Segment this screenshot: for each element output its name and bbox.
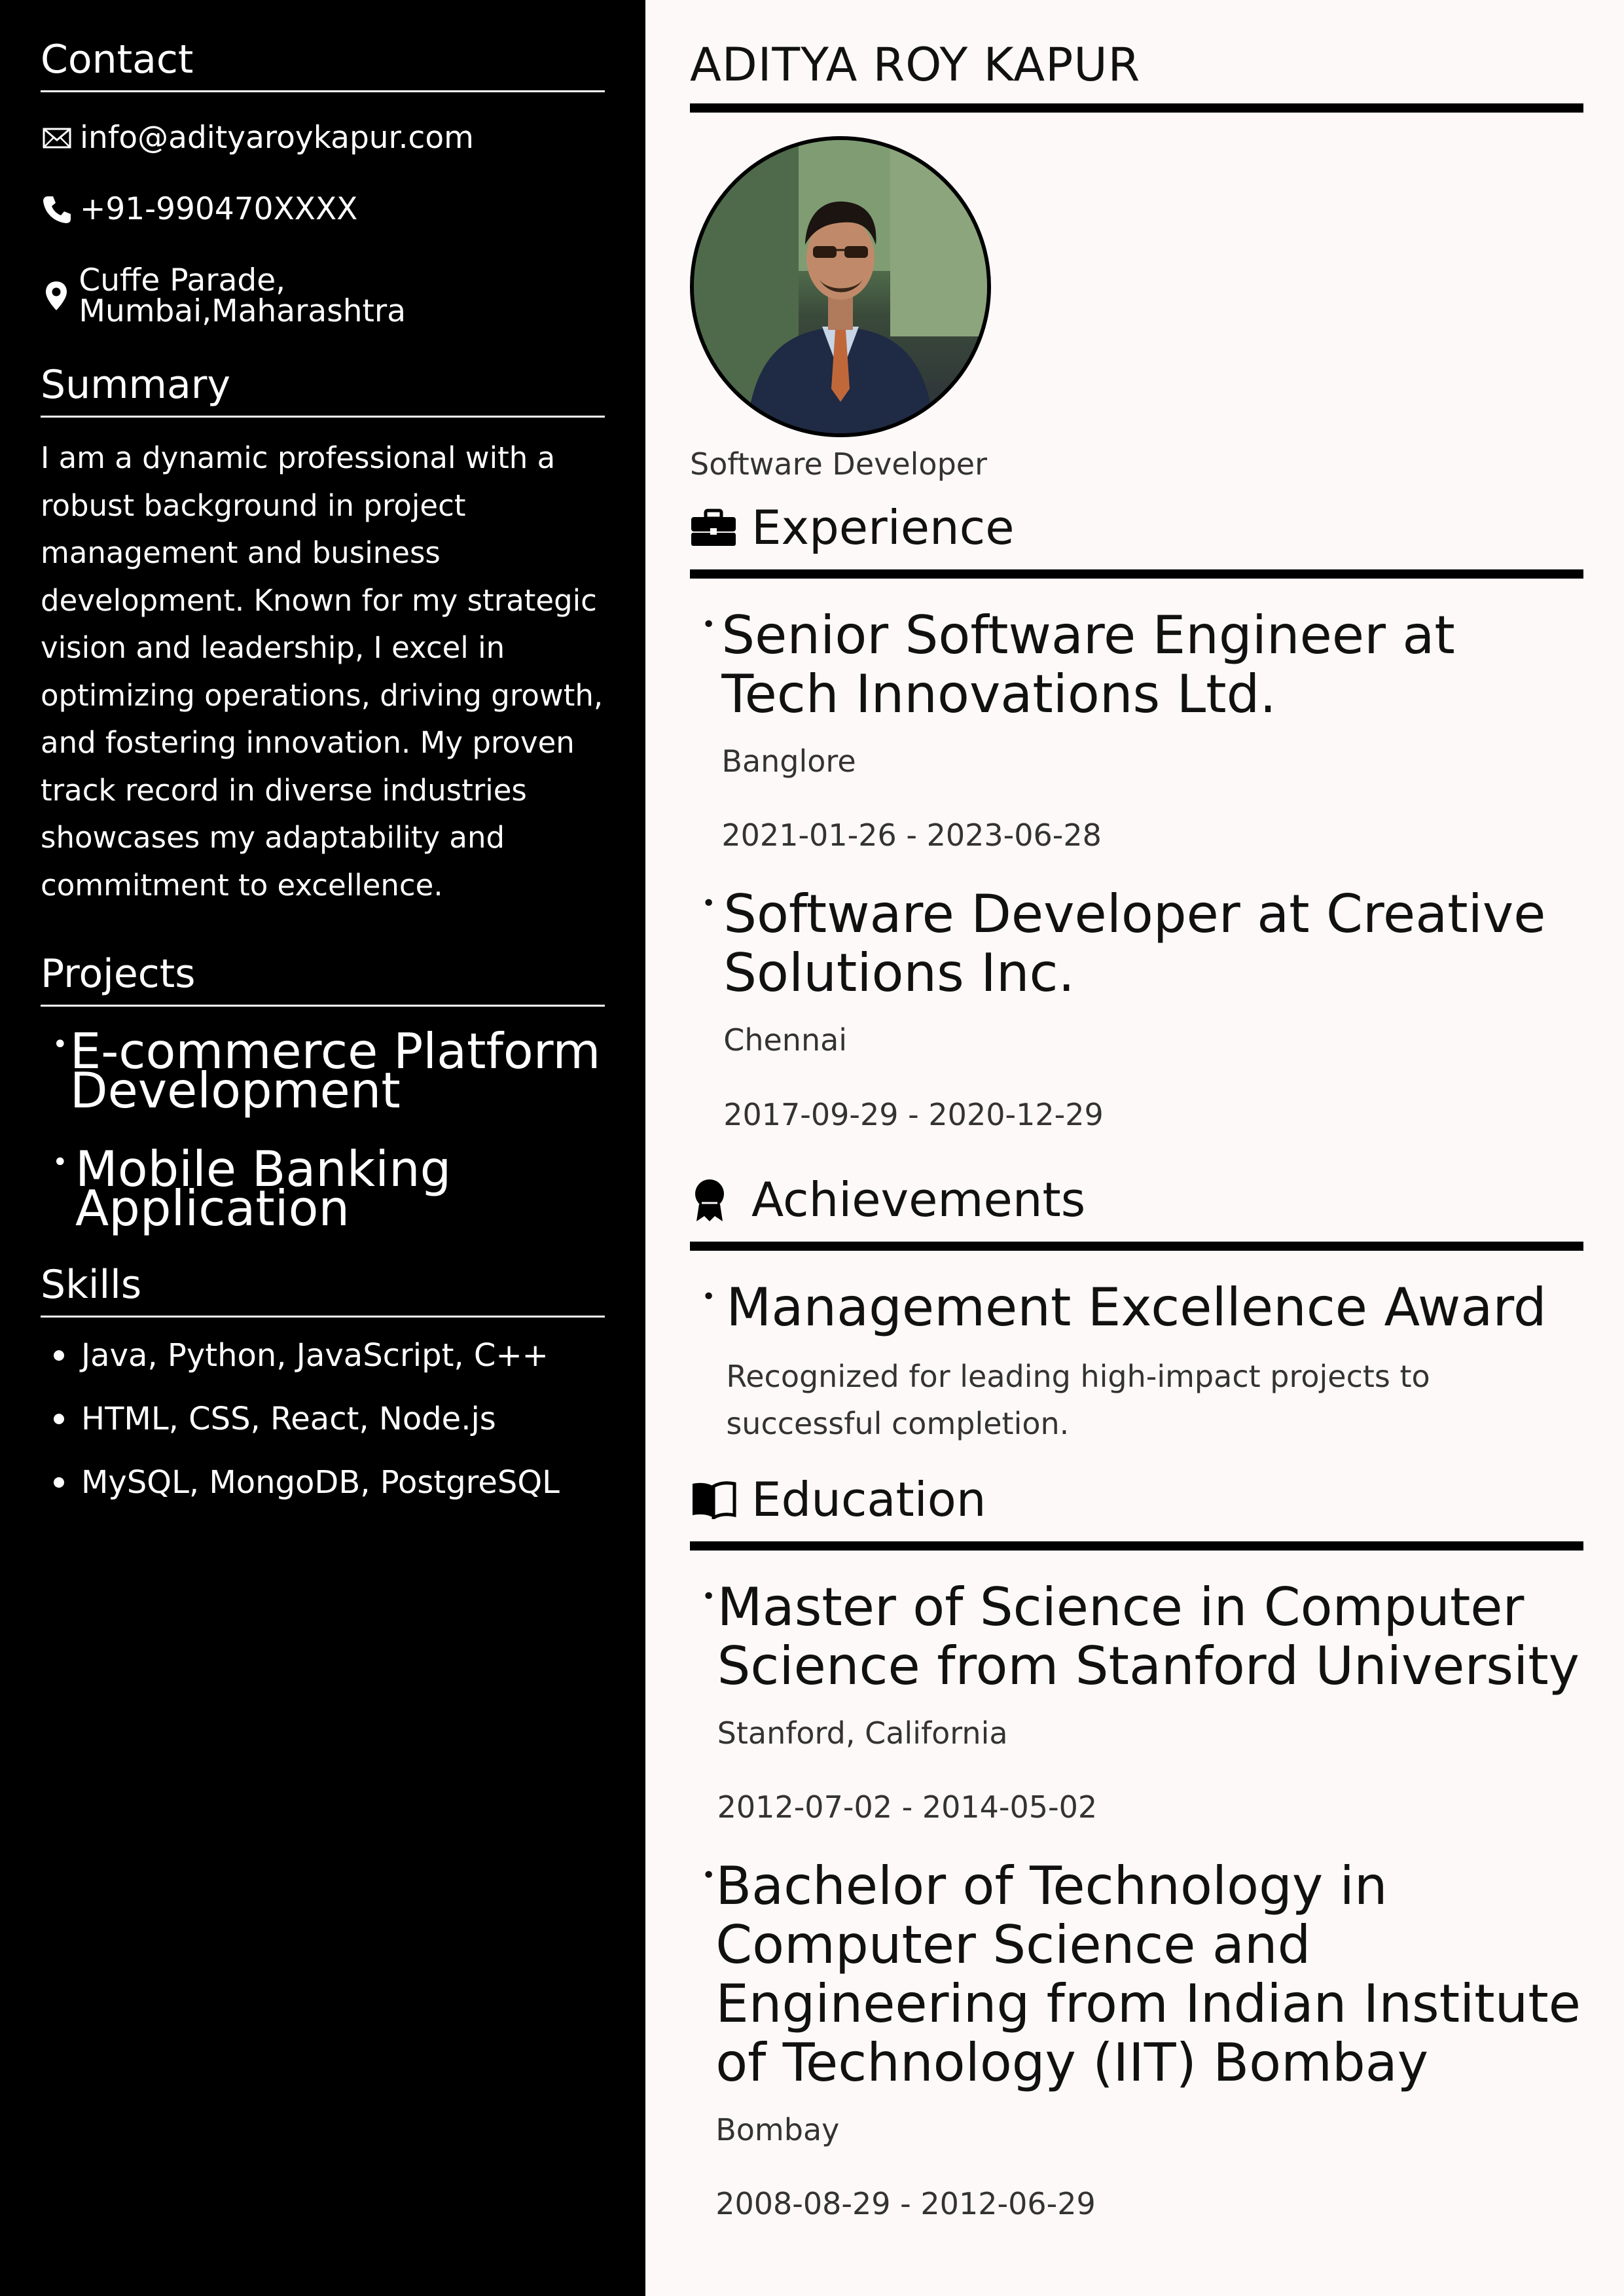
achievement-entry-body: Management Excellence Award Recognized f…	[726, 1278, 1583, 1447]
contact-list: info@adityaroykapur.com +91-990470XXXX C…	[41, 122, 605, 327]
skills-list: Java, Python, JavaScript, C++ HTML, CSS,…	[41, 1340, 605, 1498]
education-dates: 2012-07-02 - 2014-05-02	[717, 1789, 1098, 1825]
experience-dates: 2021-01-26 - 2023-06-28	[721, 817, 1102, 853]
project-item: • E-commerce Platform Development	[41, 1022, 605, 1119]
project-title: E-commerce Platform Development	[69, 1022, 601, 1119]
contact-heading: Contact	[41, 38, 605, 92]
main-content: ADITYA ROY KAPUR Software Developer Expe…	[645, 0, 1624, 2296]
achievements-heading: Achievements	[690, 1176, 1583, 1251]
experience-heading: Experience	[690, 504, 1583, 579]
experience-entry-body: Software Developer at Creative Solutions…	[723, 885, 1583, 1132]
summary-heading: Summary	[41, 363, 605, 418]
skill-item: MySQL, MongoDB, PostgreSQL	[41, 1467, 605, 1498]
achievements-heading-text: Achievements	[751, 1172, 1086, 1227]
education-heading-text: Education	[751, 1471, 986, 1527]
education-dates: 2008-08-29 - 2012-06-29	[715, 2186, 1096, 2222]
experience-entry: • Software Developer at Creative Solutio…	[690, 885, 1583, 1132]
project-item: • Mobile Banking Application	[41, 1140, 605, 1237]
map-pin-icon	[41, 280, 72, 312]
bullet	[54, 1477, 64, 1488]
contact-address: Cuffe Parade, Mumbai,Maharashtra	[41, 265, 605, 327]
skill-text: MySQL, MongoDB, PostgreSQL	[81, 1464, 560, 1501]
experience-title: Senior Software Engineer at Tech Innovat…	[721, 605, 1455, 725]
experience-title: Software Developer at Creative Solutions…	[723, 884, 1546, 1004]
projects-heading: Projects	[41, 952, 605, 1007]
briefcase-icon	[690, 507, 740, 548]
bullet: •	[702, 1283, 716, 1310]
skill-item: Java, Python, JavaScript, C++	[41, 1340, 605, 1371]
achievement-description: Recognized for leading high-impact proje…	[726, 1358, 1430, 1441]
bullet: •	[702, 890, 716, 918]
skill-text: Java, Python, JavaScript, C++	[81, 1337, 549, 1374]
project-title: Mobile Banking Application	[75, 1140, 452, 1237]
achievement-title: Management Excellence Award	[726, 1276, 1547, 1338]
sidebar: Contact info@adityaroykapur.com +91-9904…	[0, 0, 645, 2296]
experience-location: Banglore	[721, 744, 856, 779]
skill-text: HTML, CSS, React, Node.js	[81, 1401, 496, 1437]
bullet: •	[702, 611, 716, 638]
phone-icon	[41, 194, 73, 224]
experience-entry: • Senior Software Engineer at Tech Innov…	[690, 606, 1583, 853]
education-title: Bachelor of Technology in Computer Scien…	[715, 1856, 1581, 2094]
contact-phone[interactable]: +91-990470XXXX	[41, 194, 605, 224]
education-location: Stanford, California	[717, 1715, 1008, 1751]
experience-heading-text: Experience	[751, 500, 1015, 555]
candidate-name: ADITYA ROY KAPUR	[690, 42, 1583, 113]
skill-item: HTML, CSS, React, Node.js	[41, 1403, 605, 1435]
role-title: Software Developer	[690, 446, 987, 482]
contact-email[interactable]: info@adityaroykapur.com	[41, 122, 605, 153]
bullet: •	[52, 1030, 68, 1060]
bullet: •	[702, 1862, 716, 1890]
education-entry: • Master of Science in Computer Science …	[690, 1576, 1583, 1825]
bullet: •	[52, 1147, 68, 1177]
envelope-icon	[41, 127, 73, 149]
experience-dates: 2017-09-29 - 2020-12-29	[723, 1096, 1104, 1132]
projects-list: • E-commerce Platform Development • Mobi…	[41, 1022, 605, 1237]
experience-entry-body: Senior Software Engineer at Tech Innovat…	[721, 606, 1583, 853]
education-entry-body: Master of Science in Computer Science fr…	[717, 1576, 1583, 1825]
bullet	[54, 1414, 64, 1424]
email-text: info@adityaroykapur.com	[80, 120, 474, 156]
education-location: Bombay	[715, 2112, 840, 2148]
phone-text: +91-990470XXXX	[80, 191, 358, 227]
experience-location: Chennai	[723, 1022, 848, 1058]
skills-heading: Skills	[41, 1263, 605, 1318]
education-title: Master of Science in Computer Science fr…	[717, 1576, 1580, 1696]
education-entry: • Bachelor of Technology in Computer Sci…	[690, 1857, 1583, 2222]
address-text: Cuffe Parade, Mumbai,Maharashtra	[79, 262, 406, 329]
profile-photo	[690, 136, 991, 437]
education-heading: Education	[690, 1476, 1583, 1551]
bullet: •	[702, 1583, 716, 1610]
summary-text: I am a dynamic professional with a robus…	[41, 440, 604, 903]
book-icon	[690, 1479, 740, 1520]
award-icon	[690, 1179, 740, 1221]
bullet	[54, 1350, 64, 1361]
achievement-entry: • Management Excellence Award Recognized…	[690, 1278, 1583, 1447]
education-entry-body: Bachelor of Technology in Computer Scien…	[715, 1857, 1583, 2222]
